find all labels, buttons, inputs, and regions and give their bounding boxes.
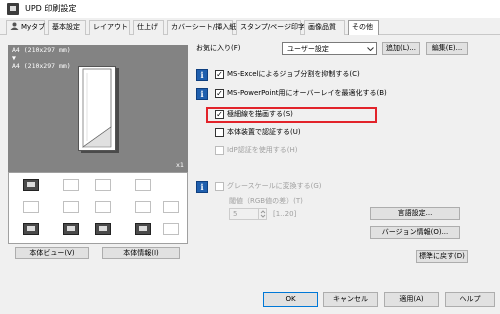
tab-finishing[interactable]: 仕上げ bbox=[133, 20, 164, 35]
help-button[interactable]: ヘルプ bbox=[445, 292, 495, 307]
grayscale-checkbox[interactable] bbox=[215, 182, 224, 191]
device-auth-label: 本体装置で認証する(U) bbox=[227, 128, 301, 136]
tab-cover-sheet[interactable]: カバーシート/挿入紙 bbox=[167, 20, 237, 35]
preview-page bbox=[78, 66, 116, 151]
tab-label: カバーシート/挿入紙 bbox=[171, 23, 237, 31]
apply-button[interactable]: 適用(A) bbox=[384, 292, 439, 307]
tab-label: その他 bbox=[352, 23, 373, 31]
ppt-overlay-checkbox[interactable]: ✓ bbox=[215, 89, 224, 98]
info-icon[interactable]: i bbox=[196, 69, 208, 81]
tab-other[interactable]: その他 bbox=[348, 20, 379, 36]
tab-label: 画像品質 bbox=[308, 23, 336, 31]
account-track-icon[interactable] bbox=[135, 223, 151, 235]
window-title: UPD 印刷設定 bbox=[25, 4, 77, 13]
sort-icon[interactable] bbox=[95, 179, 111, 191]
tab-label: スタンプ/ページ印字 bbox=[240, 23, 306, 31]
threshold-value: 5 bbox=[233, 210, 238, 218]
excel-split-checkbox[interactable]: ✓ bbox=[215, 70, 224, 79]
grayscale-label: グレースケールに変換する(G) bbox=[227, 182, 322, 190]
tab-label: 基本設定 bbox=[52, 23, 80, 31]
printer-view-button[interactable]: 本体ビュー(V) bbox=[15, 247, 89, 259]
tab-layout[interactable]: レイアウト bbox=[89, 20, 130, 35]
booklet-icon[interactable] bbox=[95, 201, 111, 213]
printer-app-icon bbox=[7, 3, 19, 15]
cover-icon[interactable] bbox=[163, 201, 179, 213]
thin-lines-label: 極細線を描画する(S) bbox=[227, 110, 293, 118]
version-info-button[interactable]: バージョン情報(O)... bbox=[370, 226, 460, 239]
restore-defaults-button[interactable]: 標準に戻す(D) bbox=[416, 250, 468, 263]
ppt-overlay-label: MS-PowerPoint用にオーバーレイを最適化する(B) bbox=[227, 89, 387, 97]
threshold-range: [1..20] bbox=[273, 210, 297, 218]
idp-auth-checkbox[interactable] bbox=[215, 146, 224, 155]
favorites-select[interactable]: ユーザー設定 bbox=[282, 42, 377, 55]
tray-icon[interactable] bbox=[63, 179, 79, 191]
tab-label: 仕上げ bbox=[137, 23, 158, 31]
secure-print-icon[interactable] bbox=[63, 223, 79, 235]
page-content-icon bbox=[82, 68, 112, 148]
chevron-down-icon bbox=[367, 47, 374, 51]
staple-icon[interactable] bbox=[135, 179, 151, 191]
copies-count: x1 bbox=[176, 161, 184, 169]
duplex-icon[interactable] bbox=[23, 201, 39, 213]
authentication-icon[interactable] bbox=[95, 223, 111, 235]
printer-info-button[interactable]: 本体情報(I) bbox=[102, 247, 180, 259]
tab-label: Myタブ bbox=[21, 23, 46, 31]
tab-image-quality[interactable]: 画像品質 bbox=[304, 20, 345, 35]
user-icon bbox=[10, 22, 19, 30]
language-settings-button[interactable]: 言語設定... bbox=[370, 207, 460, 220]
spinner-icon[interactable] bbox=[258, 209, 266, 219]
tab-basic[interactable]: 基本設定 bbox=[48, 20, 86, 35]
thin-lines-checkbox[interactable]: ✓ bbox=[215, 110, 224, 119]
paper-size-info: A4 (210x297 mm) ▼ A4 (210x297 mm) bbox=[12, 46, 71, 70]
original-size: A4 (210x297 mm) bbox=[12, 46, 71, 54]
tab-mytab[interactable]: Myタブ bbox=[6, 20, 45, 35]
favorites-label: お気に入り(F) bbox=[196, 44, 241, 52]
title-bar: UPD 印刷設定 bbox=[0, 0, 500, 18]
function-icon-grid bbox=[8, 172, 188, 244]
threshold-input[interactable]: 5 bbox=[229, 208, 267, 220]
tab-label: レイアウト bbox=[93, 23, 128, 31]
punch-icon[interactable] bbox=[135, 201, 151, 213]
ok-button[interactable]: OK bbox=[263, 292, 318, 307]
spinner-arrows-icon bbox=[260, 210, 266, 218]
cancel-button[interactable]: キャンセル bbox=[323, 292, 378, 307]
idp-auth-label: IdP認証を使用する(H) bbox=[227, 146, 298, 154]
threshold-label: 閾値（RGB値の差）(T) bbox=[229, 197, 303, 205]
tab-stamp[interactable]: スタンプ/ページ印字 bbox=[236, 20, 305, 35]
info-icon[interactable]: i bbox=[196, 88, 208, 100]
down-arrow-icon: ▼ bbox=[12, 54, 16, 62]
info-icon[interactable]: i bbox=[196, 181, 208, 193]
print-mode-icon[interactable] bbox=[23, 179, 39, 191]
device-auth-checkbox[interactable] bbox=[215, 128, 224, 137]
excel-split-label: MS-Excelによるジョブ分割を抑制する(C) bbox=[227, 70, 360, 78]
output-size: A4 (210x297 mm) bbox=[12, 62, 71, 70]
output-tray-icon[interactable] bbox=[23, 223, 39, 235]
combine-icon[interactable] bbox=[63, 201, 79, 213]
add-favorite-button[interactable]: 追加(L)... bbox=[382, 42, 420, 55]
edit-favorite-button[interactable]: 編集(E)... bbox=[426, 42, 468, 55]
favorites-value: ユーザー設定 bbox=[287, 45, 329, 53]
fold-icon[interactable] bbox=[163, 223, 179, 235]
